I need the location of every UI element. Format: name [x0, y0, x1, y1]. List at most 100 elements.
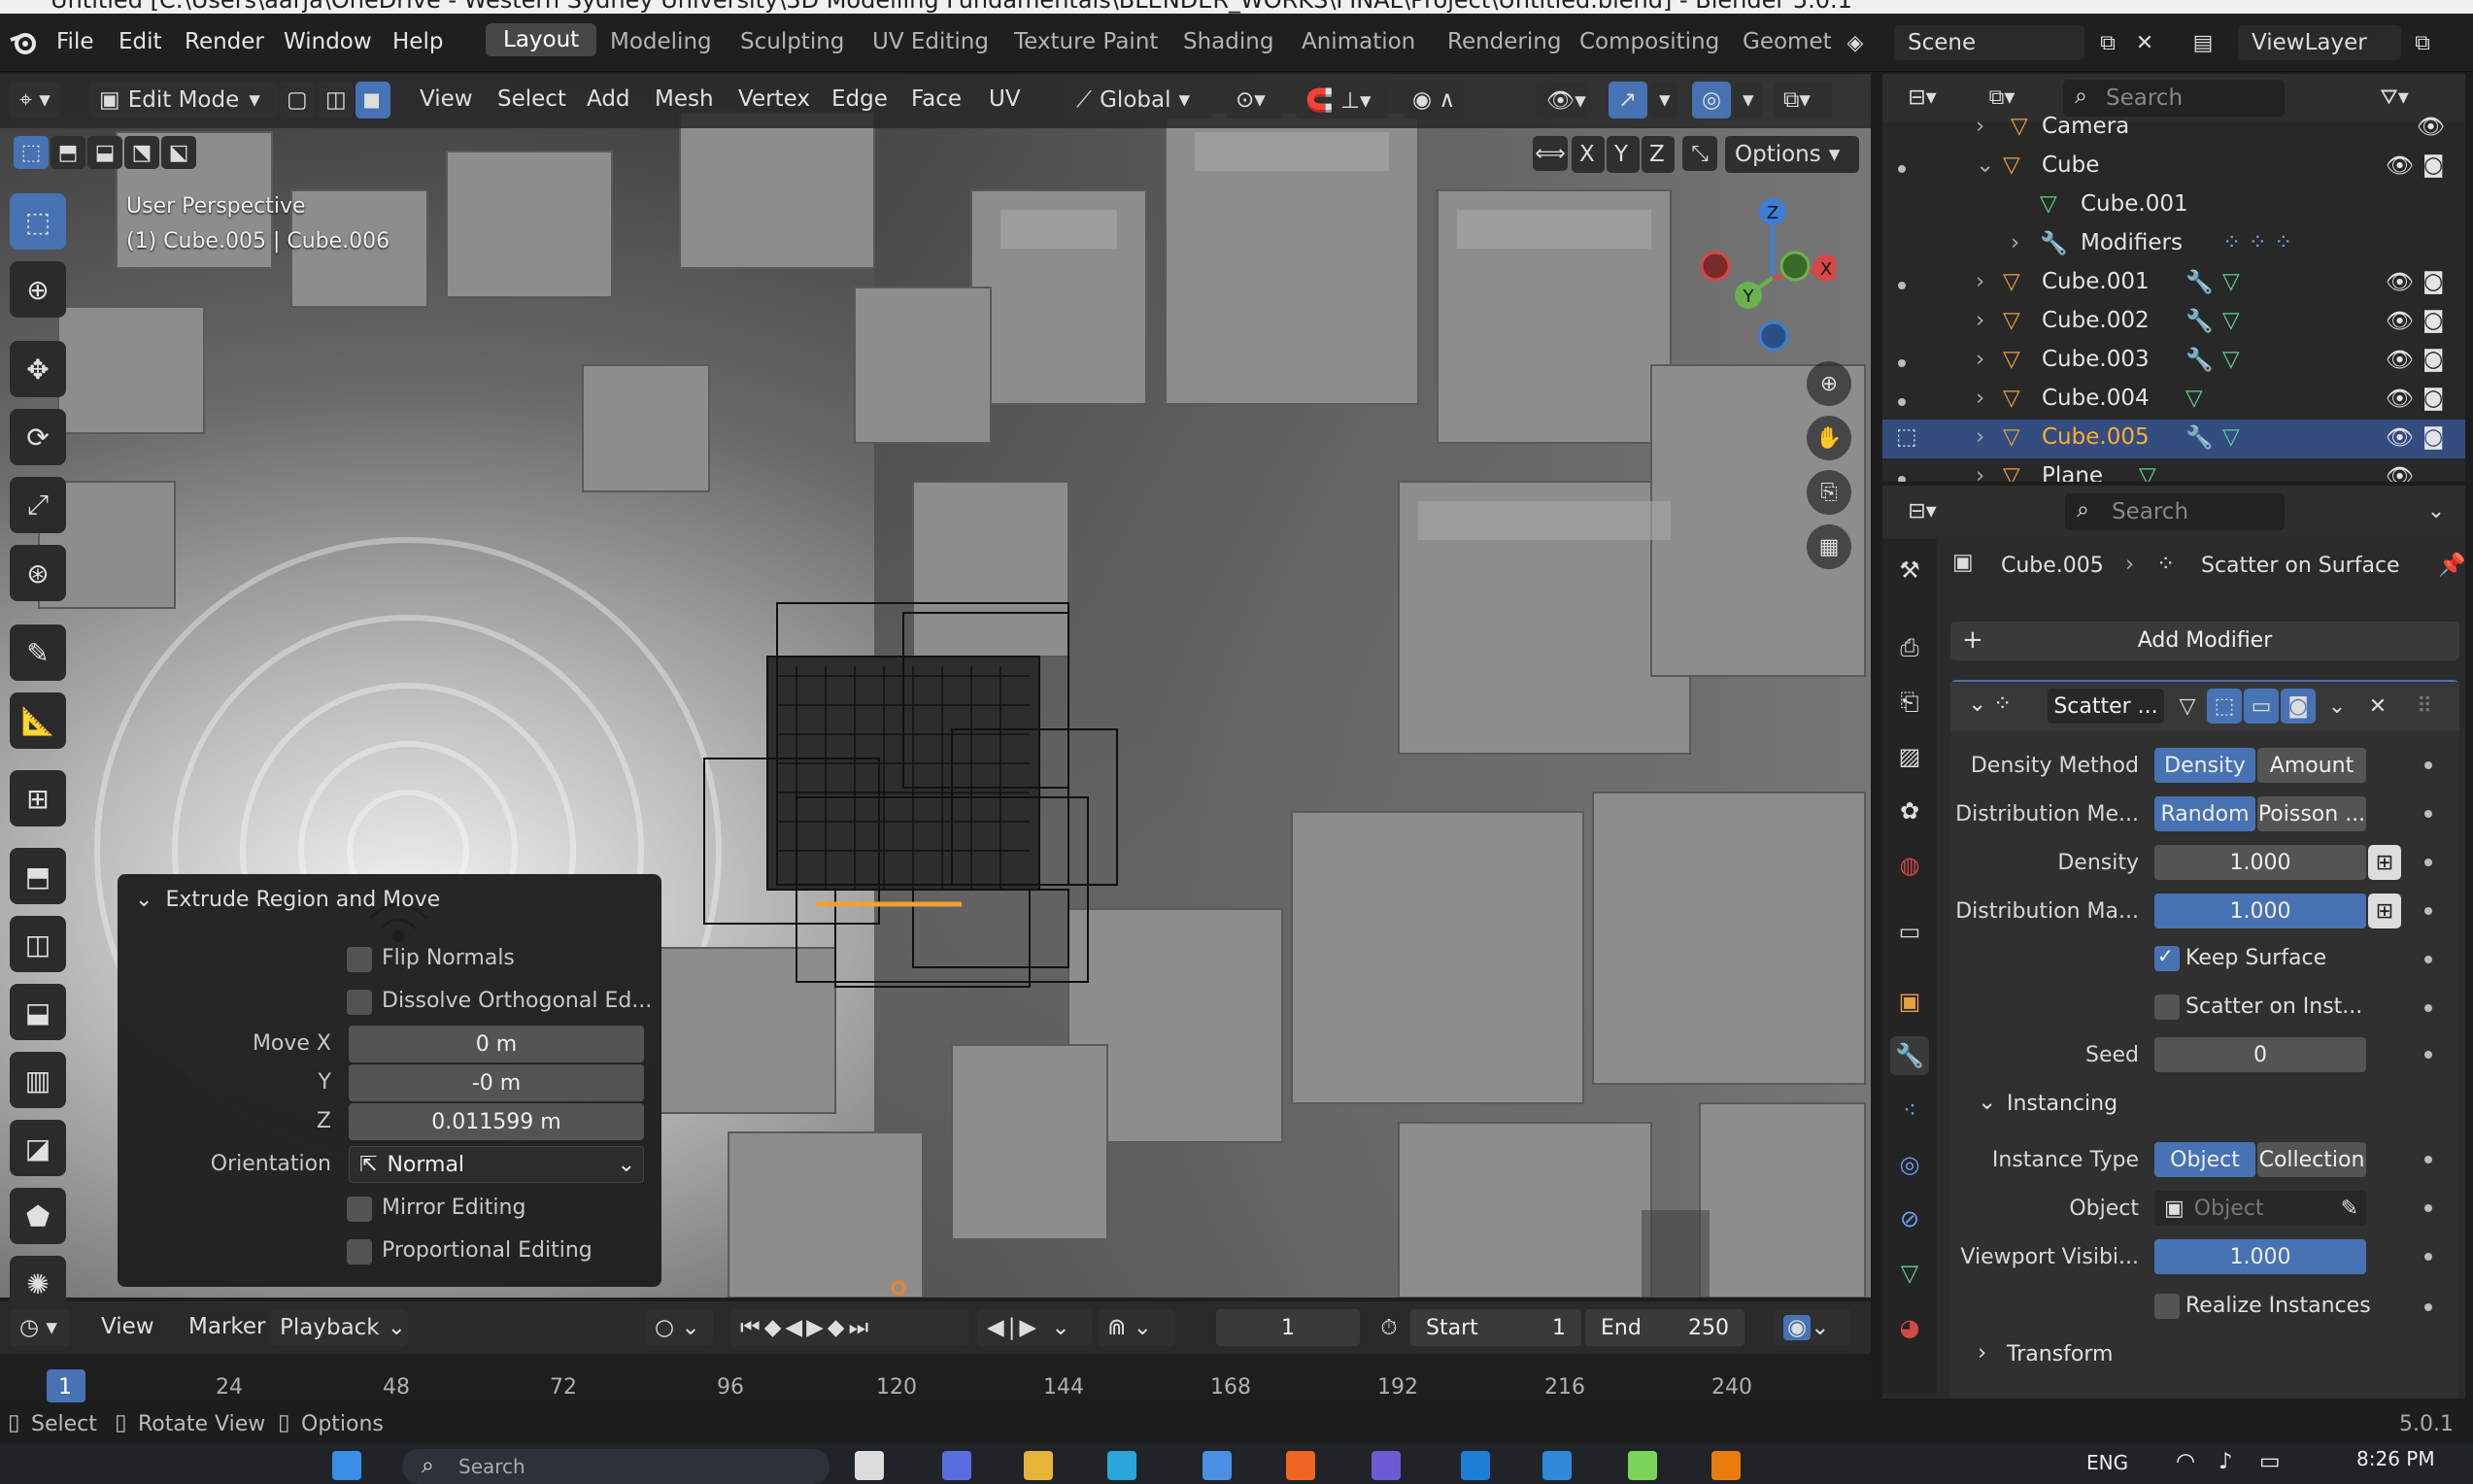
- object-picker-field[interactable]: ▣ Object ✎: [2154, 1191, 2366, 1226]
- menu-add[interactable]: Add: [587, 86, 630, 112]
- camera-render-icon[interactable]: ◙: [2422, 308, 2444, 333]
- language-indicator[interactable]: ENG: [2086, 1451, 2128, 1474]
- keyframe-jump-controls[interactable]: ◀|▶ ⌄: [977, 1309, 1092, 1346]
- flip-normals-checkbox[interactable]: [347, 947, 372, 972]
- eye-icon[interactable]: 👁: [2417, 114, 2445, 140]
- camera-render-icon[interactable]: ◙: [2422, 386, 2444, 411]
- attribute-toggle-icon[interactable]: ⊞: [2368, 894, 2401, 928]
- battery-icon[interactable]: ▭: [2259, 1449, 2281, 1474]
- instance-type-collection-option[interactable]: Collection: [2257, 1142, 2366, 1177]
- transform-tool-icon[interactable]: ⊛: [10, 545, 66, 601]
- gizmo-toggle-icon[interactable]: ↗: [1609, 82, 1647, 118]
- volume-icon[interactable]: ♪: [2219, 1449, 2233, 1474]
- cursor-tool-icon[interactable]: ⊕: [10, 261, 66, 318]
- render-tab-icon[interactable]: ⎙: [1890, 628, 1929, 667]
- camera-view-icon[interactable]: ⎘: [1807, 470, 1851, 515]
- camera-render-icon[interactable]: ◙: [2422, 347, 2444, 372]
- menu-view[interactable]: View: [420, 86, 473, 112]
- editor-type-icon[interactable]: ⌖ ▾: [10, 82, 60, 118]
- cage-toggle-icon[interactable]: ⬚: [2207, 689, 2242, 724]
- drag-handle-icon[interactable]: ⠿: [2407, 689, 2442, 724]
- world-tab-icon[interactable]: ◍: [1890, 846, 1929, 885]
- camera-render-icon[interactable]: ◙: [2422, 269, 2444, 294]
- start-frame-field[interactable]: Start 1: [1410, 1309, 1581, 1346]
- new-scene-icon[interactable]: ⧉: [2090, 25, 2125, 60]
- overlays-toggle-icon[interactable]: ◎: [1692, 82, 1731, 118]
- edit-mode-icon[interactable]: ⬚: [1896, 424, 1917, 450]
- properties-editor-icon[interactable]: ⊟▾: [1896, 493, 1948, 528]
- view-layer-tab-icon[interactable]: ▨: [1890, 737, 1929, 776]
- xray-icon[interactable]: ⧉▾: [1774, 82, 1832, 118]
- tab-compositing[interactable]: Compositing: [1579, 29, 1719, 54]
- density-field[interactable]: 1.000: [2154, 845, 2366, 880]
- outliner-row-cube-002[interactable]: › ▽ Cube.002 🔧 ▽ 👁 ◙: [1882, 303, 2465, 342]
- chevron-right-icon[interactable]: ›: [1976, 424, 1984, 450]
- density-method-amount-option[interactable]: Amount: [2257, 748, 2366, 783]
- keyframe-dot-icon[interactable]: [2424, 810, 2432, 818]
- zoom-icon[interactable]: ⊕: [1807, 361, 1851, 406]
- exclude-dot-icon[interactable]: [1898, 282, 1906, 289]
- eye-icon[interactable]: 👁: [2386, 308, 2414, 334]
- modifier-name-field[interactable]: Scatter ...: [2048, 689, 2164, 724]
- add-cube-tool-icon[interactable]: ⊞: [10, 770, 66, 826]
- auto-merge-icon[interactable]: ⤡: [1682, 136, 1717, 171]
- physics-tab-icon[interactable]: ◎: [1890, 1145, 1929, 1184]
- wifi-icon[interactable]: ◠: [2176, 1449, 2195, 1474]
- select-extend-icon[interactable]: ⬒: [51, 136, 85, 169]
- rotate-tool-icon[interactable]: ⟳: [10, 409, 66, 465]
- visibility-icon[interactable]: 👁▾: [1537, 82, 1587, 118]
- scene-selector-icon[interactable]: ◈: [1838, 25, 1873, 60]
- outliner-row-cube-003[interactable]: › ▽ Cube.003 🔧 ▽ 👁 ◙: [1882, 342, 2465, 381]
- chevron-right-icon[interactable]: ›: [2011, 230, 2019, 255]
- chevron-down-icon[interactable]: ⌄: [1968, 691, 1986, 717]
- taskbar-search[interactable]: ⌕ Search: [402, 1449, 830, 1484]
- chevron-right-icon[interactable]: ›: [1976, 114, 1984, 139]
- data-tab-icon[interactable]: ▽: [1890, 1254, 1929, 1293]
- attribute-toggle-icon[interactable]: ⊞: [2368, 845, 2401, 880]
- loop-cut-tool-icon[interactable]: ▥: [10, 1052, 66, 1108]
- file-explorer-icon[interactable]: [1024, 1451, 1053, 1480]
- menu-render[interactable]: Render: [185, 29, 264, 54]
- dissolve-checkbox[interactable]: [347, 990, 372, 1015]
- scale-tool-icon[interactable]: ⤢: [10, 477, 66, 533]
- new-view-layer-icon[interactable]: ⧉: [2405, 25, 2440, 60]
- inset-tool-icon[interactable]: ◫: [10, 916, 66, 972]
- app-icon[interactable]: [1628, 1451, 1657, 1480]
- render-toggle-icon[interactable]: ◙: [2281, 689, 2316, 724]
- select-box-tool-icon[interactable]: ⬚: [10, 193, 66, 250]
- edge-browser-icon[interactable]: [1107, 1451, 1136, 1480]
- keyframe-dot-icon[interactable]: [2424, 956, 2432, 963]
- poly-build-tool-icon[interactable]: ⬟: [10, 1188, 66, 1244]
- realize-instances-checkbox[interactable]: [2154, 1294, 2180, 1319]
- keyframe-dot-icon[interactable]: [2424, 761, 2432, 769]
- auto-key-icon[interactable]: ⋒ ⌄: [1098, 1309, 1175, 1346]
- timeline-menu-view[interactable]: View: [101, 1314, 154, 1339]
- move-y-field[interactable]: -0 m: [349, 1064, 644, 1101]
- view-layer-field[interactable]: ViewLayer: [2238, 25, 2401, 60]
- eye-icon[interactable]: 👁: [2386, 269, 2414, 295]
- snap-icon[interactable]: 🧲 ⊥▾: [1296, 82, 1389, 118]
- chevron-right-icon[interactable]: ›: [1976, 269, 1984, 294]
- extrude-tool-icon[interactable]: ⬒: [10, 848, 66, 904]
- eye-icon[interactable]: 👁: [2386, 152, 2414, 179]
- sync-icon[interactable]: ◉ ⌄: [1774, 1309, 1851, 1346]
- outliner-row-cube-004[interactable]: › ▽ Cube.004 ▽ 👁 ◙: [1882, 381, 2465, 420]
- axis-z-toggle[interactable]: Z: [1642, 136, 1675, 173]
- tab-rendering[interactable]: Rendering: [1447, 29, 1561, 54]
- clock-time[interactable]: 8:26 PM: [2356, 1447, 2435, 1470]
- menu-mesh[interactable]: Mesh: [655, 86, 714, 112]
- tab-layout[interactable]: Layout: [486, 23, 597, 56]
- modifier-tab-icon[interactable]: 🔧: [1890, 1036, 1929, 1075]
- menu-edit[interactable]: Edit: [119, 29, 162, 54]
- tab-texture-paint[interactable]: Texture Paint: [1014, 29, 1158, 54]
- object-tab-icon[interactable]: ▣: [1890, 982, 1929, 1021]
- pivot-point-icon[interactable]: ⊙▾: [1226, 82, 1284, 118]
- constraints-tab-icon[interactable]: ⊘: [1890, 1199, 1929, 1238]
- exclude-dot-icon[interactable]: [1898, 476, 1906, 482]
- output-tab-icon[interactable]: ⎗: [1890, 683, 1929, 722]
- store-icon[interactable]: [1203, 1451, 1232, 1480]
- overlays-dropdown-icon[interactable]: ▾: [1733, 82, 1762, 118]
- scene-tab-icon[interactable]: ✿: [1890, 792, 1929, 830]
- outliner-row-mesh-data[interactable]: ▽ Cube.001: [1882, 186, 2465, 225]
- select-new-icon[interactable]: ⬚: [14, 136, 49, 169]
